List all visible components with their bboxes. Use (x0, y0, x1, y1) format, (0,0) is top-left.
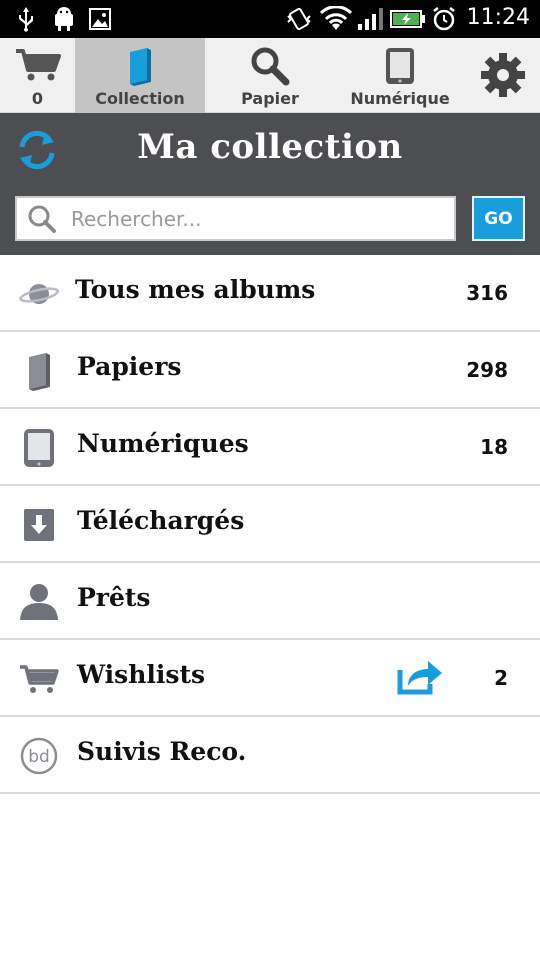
list-item-label: Suivis Reco. (77, 737, 247, 766)
list-item-label: Tous mes albums (75, 275, 316, 304)
list-item-count: 2 (494, 666, 508, 690)
list-item-suivis-reco[interactable]: bd Suivis Reco. (0, 717, 540, 794)
list-item-papiers[interactable]: Papiers 298 (0, 332, 540, 409)
list-item-label: Téléchargés (77, 506, 245, 535)
usb-icon (14, 6, 38, 32)
list-item-tous-mes-albums[interactable]: Tous mes albums 316 (0, 255, 540, 332)
list-item-wishlists[interactable]: Wishlists 2 (0, 640, 540, 717)
bd-logo-icon: bd (16, 733, 62, 779)
list-item-label: Papiers (77, 352, 182, 381)
cart-count: 0 (31, 89, 44, 108)
list-item-count: 316 (466, 281, 508, 305)
wifi-icon (320, 6, 352, 32)
cart-icon (14, 48, 62, 86)
vibrate-icon (286, 6, 312, 32)
go-button[interactable]: GO (472, 196, 525, 241)
tab-label: Numérique (350, 89, 450, 108)
tab-collection[interactable]: Collection (75, 38, 205, 113)
download-icon (16, 502, 62, 548)
tab-papier[interactable]: Papier (205, 38, 335, 113)
list-item-numeriques[interactable]: Numériques 18 (0, 409, 540, 486)
tablet-icon (384, 46, 416, 90)
tab-label: Papier (241, 89, 299, 108)
svg-text:bd: bd (28, 747, 50, 767)
tablet-icon (16, 425, 62, 471)
planet-icon (16, 271, 62, 317)
list-item-count: 298 (466, 358, 508, 382)
list-item-label: Numériques (77, 429, 249, 458)
list-item-prets[interactable]: Prêts (0, 563, 540, 640)
top-tab-bar: 0 Collection Papier Numérique (0, 38, 540, 113)
status-time: 11:24 (466, 5, 530, 30)
search-icon (250, 46, 290, 90)
tab-cart[interactable]: 0 (0, 38, 75, 113)
tab-settings[interactable] (465, 38, 540, 113)
page-title: Ma collection (137, 127, 403, 167)
android-debug-icon (50, 6, 78, 32)
status-bar: 11:24 (0, 0, 540, 38)
search-box (15, 196, 456, 241)
gear-icon (480, 52, 526, 102)
book-icon (125, 46, 155, 90)
image-icon (88, 6, 112, 32)
cart-icon (16, 656, 62, 702)
tab-label: Collection (95, 89, 185, 108)
alarm-icon (430, 6, 458, 32)
share-icon[interactable] (396, 656, 446, 696)
collection-list: Tous mes albums 316 Papiers 298 Numériqu… (0, 255, 540, 794)
tab-numerique[interactable]: Numérique (335, 38, 465, 113)
person-icon (16, 579, 62, 625)
list-item-label: Wishlists (77, 660, 206, 689)
battery-icon (390, 6, 426, 32)
signal-icon (356, 6, 386, 32)
list-item-label: Prêts (77, 583, 151, 612)
book-icon (16, 348, 62, 394)
list-item-count: 18 (480, 435, 508, 459)
search-input[interactable] (71, 198, 451, 239)
search-icon (27, 204, 57, 238)
list-item-telecharges[interactable]: Téléchargés (0, 486, 540, 563)
